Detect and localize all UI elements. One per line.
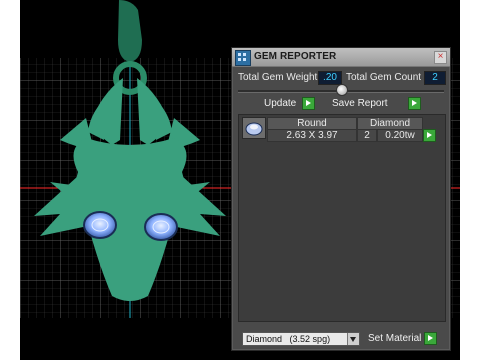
material-select-value: Diamond xyxy=(246,334,283,344)
table-cell-size: 2.63 X 3.97 xyxy=(267,129,357,142)
panel-title: GEM REPORTER xyxy=(254,51,337,62)
gem-reporter-icon xyxy=(235,50,251,66)
gem-reporter-panel: GEM REPORTER × Total Gem Weight .20 Tota… xyxy=(231,47,451,351)
total-gem-count-value: 2 xyxy=(424,71,446,85)
gem-list: Round Diamond 2.63 X 3.97 2 0.20tw xyxy=(238,114,446,322)
gem-row-play-arrow-icon[interactable] xyxy=(423,129,436,142)
material-select[interactable]: Diamond (3.52 spg) xyxy=(242,332,360,346)
set-material-play-arrow-icon[interactable] xyxy=(424,332,437,345)
close-icon[interactable]: × xyxy=(434,51,447,64)
set-material-button-label[interactable]: Set Material xyxy=(368,333,421,344)
table-cell-count: 2 xyxy=(357,129,377,142)
total-gem-count-label: Total Gem Count xyxy=(346,72,422,83)
chevron-down-icon[interactable] xyxy=(347,333,359,345)
save-report-play-arrow-icon[interactable] xyxy=(408,97,421,110)
material-select-spg: (3.52 spg) xyxy=(289,334,331,344)
total-gem-weight-label: Total Gem Weight xyxy=(238,72,318,83)
panel-titlebar[interactable]: GEM REPORTER × xyxy=(232,48,450,67)
right-eye-gem xyxy=(144,213,178,241)
table-cell-weight: 0.20tw xyxy=(377,129,423,142)
round-gem-icon[interactable] xyxy=(242,117,266,139)
update-play-arrow-icon[interactable] xyxy=(302,97,315,110)
update-button-label[interactable]: Update xyxy=(264,98,296,109)
pendant-bail xyxy=(118,0,142,62)
total-gem-weight-value: .20 xyxy=(318,71,342,85)
panel-slider-knob[interactable] xyxy=(336,84,348,96)
save-report-button-label[interactable]: Save Report xyxy=(332,98,388,109)
left-eye-gem xyxy=(83,211,117,239)
